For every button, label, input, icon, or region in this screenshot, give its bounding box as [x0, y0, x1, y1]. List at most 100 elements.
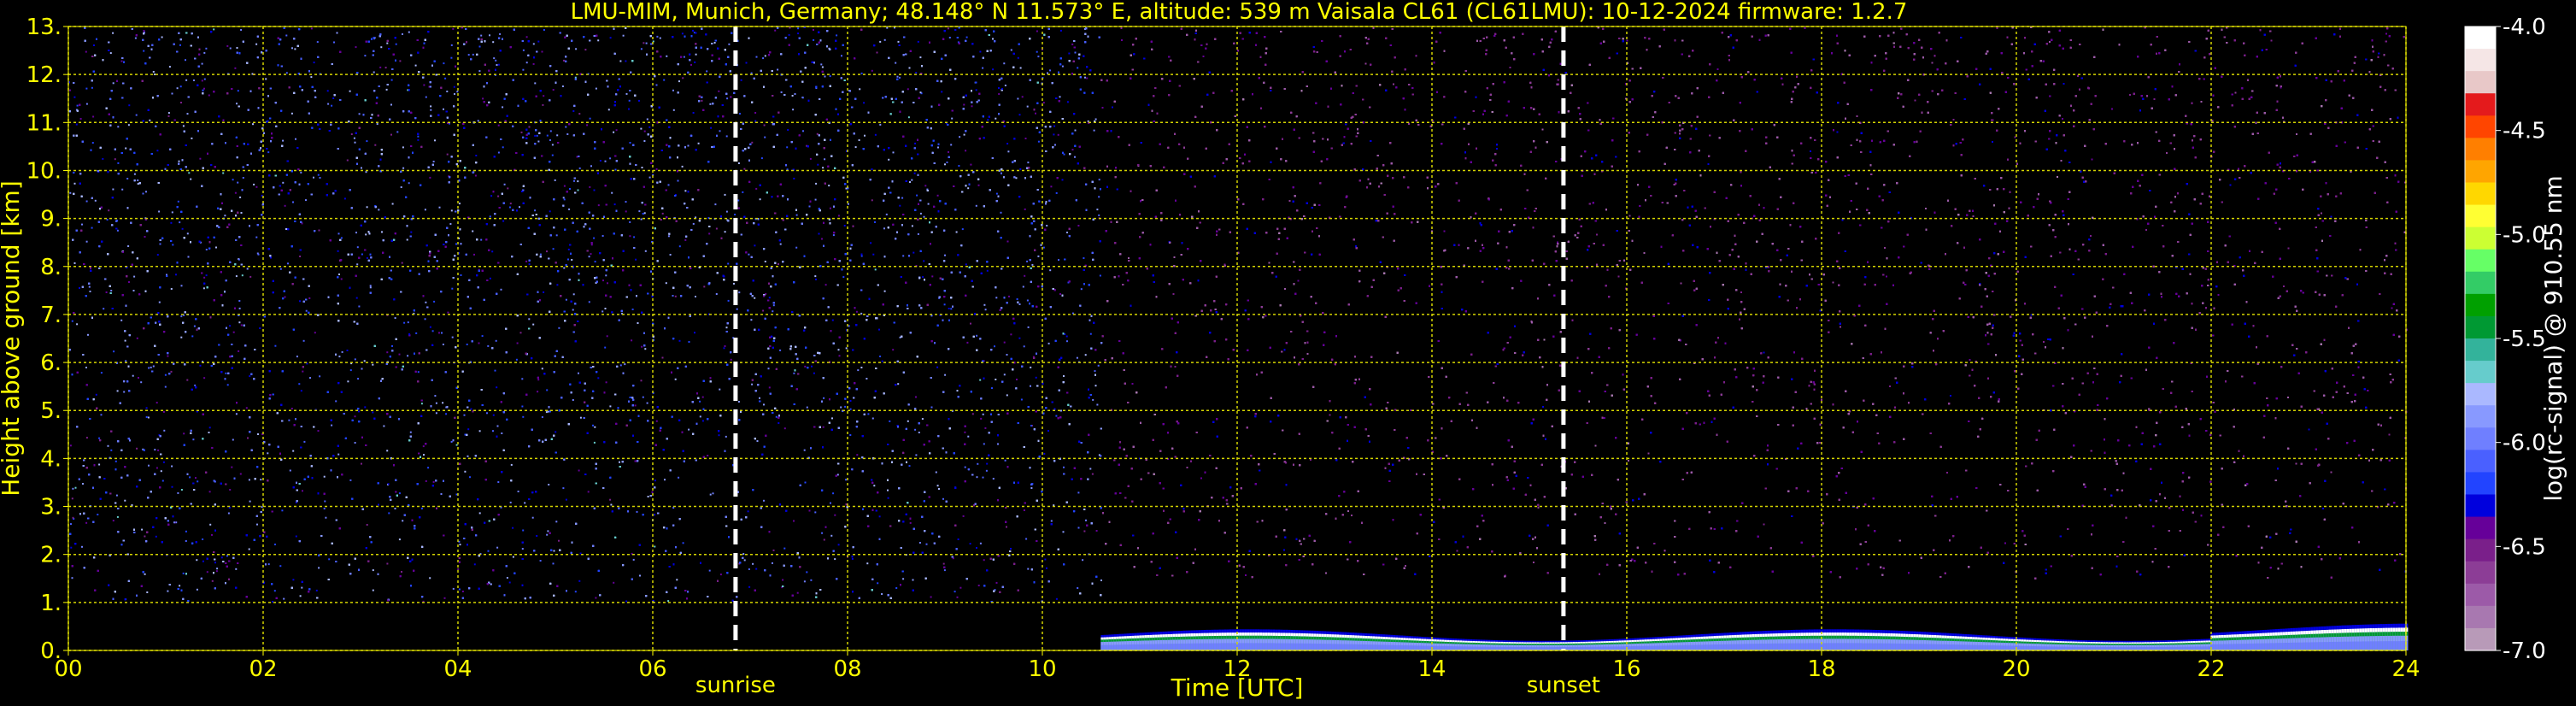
- noise-pixel: [873, 485, 875, 486]
- noise-pixel: [815, 183, 817, 185]
- noise-pixel: [101, 414, 103, 415]
- noise-pixel: [849, 434, 851, 436]
- noise-pixel: [663, 79, 665, 81]
- noise-pixel: [69, 90, 71, 91]
- noise-pixel: [144, 574, 146, 575]
- noise-pixel: [522, 530, 524, 532]
- noise-pixel: [417, 136, 419, 138]
- noise-pixel: [466, 344, 468, 345]
- noise-pixel: [629, 100, 631, 102]
- noise-pixel: [1017, 98, 1018, 100]
- noise-pixel: [1043, 453, 1045, 455]
- noise-pixel: [207, 571, 208, 573]
- noise-pixel: [966, 37, 968, 38]
- noise-pixel: [490, 215, 491, 217]
- noise-pixel: [249, 375, 250, 377]
- noise-pixel: [547, 135, 549, 137]
- noise-pixel: [755, 188, 757, 190]
- noise-pixel: [537, 379, 539, 380]
- noise-pixel: [525, 261, 527, 262]
- noise-pixel: [897, 76, 899, 78]
- noise-pixel: [238, 259, 240, 261]
- noise-pixel: [366, 171, 367, 173]
- noise-pixel: [678, 80, 680, 82]
- noise-pixel: [613, 132, 614, 133]
- noise-pixel: [211, 534, 213, 536]
- noise-pixel: [760, 198, 761, 200]
- noise-pixel: [982, 68, 983, 69]
- noise-pixel: [792, 109, 794, 110]
- noise-pixel: [303, 340, 305, 342]
- noise-pixel: [303, 441, 305, 443]
- noise-pixel: [690, 64, 692, 66]
- noise-pixel: [706, 70, 707, 72]
- noise-pixel: [654, 546, 655, 548]
- noise-pixel: [1005, 507, 1006, 509]
- noise-pixel: [451, 288, 453, 290]
- noise-pixel: [418, 371, 420, 373]
- noise-pixel: [777, 422, 779, 424]
- noise-pixel: [236, 103, 238, 104]
- noise-pixel: [502, 106, 503, 108]
- noise-pixel: [1077, 587, 1078, 589]
- noise-pixel: [1094, 370, 1096, 372]
- noise-pixel: [518, 491, 519, 492]
- noise-pixel: [195, 477, 197, 479]
- noise-pixel: [383, 426, 384, 427]
- noise-pixel: [1021, 399, 1023, 401]
- noise-pixel: [546, 411, 548, 413]
- noise-pixel: [563, 268, 565, 269]
- noise-pixel: [902, 255, 904, 256]
- noise-pixel: [349, 479, 351, 481]
- noise-pixel: [472, 231, 473, 232]
- ceilometer-chart: LMU-MIM, Munich, Germany; 48.148° N 11.5…: [0, 0, 2576, 706]
- noise-pixel: [1006, 143, 1008, 144]
- noise-pixel: [944, 374, 946, 376]
- noise-pixel: [670, 254, 672, 256]
- noise-pixel: [1026, 261, 1028, 262]
- noise-pixel: [365, 233, 367, 235]
- noise-pixel: [158, 211, 160, 213]
- noise-pixel: [589, 256, 590, 257]
- noise-pixel: [916, 195, 918, 197]
- noise-pixel: [180, 85, 182, 87]
- noise-pixel: [606, 381, 607, 383]
- noise-pixel: [708, 232, 710, 234]
- noise-pixel: [325, 517, 326, 519]
- noise-pixel: [135, 38, 137, 39]
- noise-pixel: [699, 401, 701, 403]
- noise-pixel: [1089, 468, 1091, 470]
- noise-pixel: [1086, 78, 1088, 79]
- noise-pixel: [399, 492, 401, 494]
- noise-pixel: [573, 293, 575, 295]
- noise-pixel: [294, 48, 296, 50]
- noise-pixel: [202, 79, 203, 81]
- noise-pixel: [386, 563, 388, 565]
- noise-pixel: [429, 577, 431, 579]
- noise-pixel: [830, 208, 831, 209]
- noise-pixel: [839, 355, 841, 356]
- noise-pixel: [543, 29, 545, 31]
- noise-pixel: [832, 492, 834, 494]
- noise-pixel: [144, 536, 145, 538]
- noise-pixel: [948, 151, 949, 153]
- noise-pixel: [377, 123, 378, 125]
- noise-pixel: [755, 568, 757, 570]
- noise-pixel: [386, 450, 388, 451]
- noise-pixel: [520, 332, 522, 333]
- noise-pixel: [81, 224, 83, 226]
- noise-pixel: [594, 427, 596, 428]
- noise-pixel: [992, 68, 994, 70]
- noise-pixel: [995, 379, 996, 380]
- noise-pixel: [564, 185, 566, 187]
- noise-pixel: [237, 182, 238, 184]
- noise-pixel: [134, 174, 136, 175]
- noise-pixel: [364, 406, 366, 408]
- noise-pixel: [194, 326, 196, 327]
- noise-pixel: [537, 135, 538, 137]
- noise-pixel: [565, 126, 566, 128]
- noise-pixel: [901, 197, 903, 199]
- noise-pixel: [825, 284, 827, 285]
- noise-pixel: [373, 72, 375, 74]
- noise-pixel: [285, 35, 287, 37]
